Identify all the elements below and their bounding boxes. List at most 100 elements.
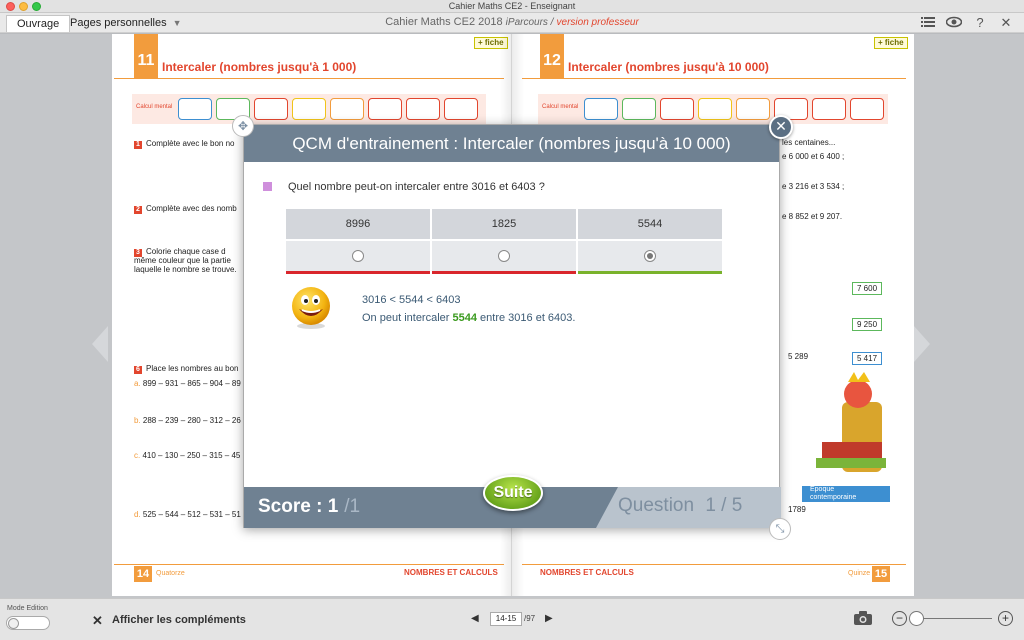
choice-radio-row[interactable]	[286, 241, 430, 271]
choice-1[interactable]: 8996	[286, 209, 430, 274]
toolbar-icons: ? ✕	[920, 15, 1014, 31]
score-value: Score : 1	[258, 496, 339, 517]
calc-box[interactable]	[406, 98, 440, 120]
calc-box[interactable]	[254, 98, 288, 120]
bottom-bar: Mode Edition ✕ Afficher les compléments …	[0, 598, 1024, 640]
close-icon[interactable]: ✕	[998, 15, 1014, 31]
calc-box[interactable]	[736, 98, 770, 120]
doc-title-version: version professeur	[556, 17, 639, 28]
calc-box[interactable]	[850, 98, 884, 120]
choice-2[interactable]: 1825	[432, 209, 576, 274]
checkbox-x-icon[interactable]: ✕	[92, 613, 103, 629]
question-counter: Question 1 / 5	[618, 495, 742, 517]
value-box-9250: 9 250	[852, 318, 883, 331]
footer-rule	[522, 564, 906, 565]
calc-box[interactable]	[330, 98, 364, 120]
exercise-number: 1	[134, 141, 142, 149]
exercise-3-text: Colorie chaque case d	[146, 247, 226, 256]
calcul-mental-label: Calcul mental	[542, 104, 579, 110]
exercise-6d: d. 525 – 544 – 512 – 531 – 51	[134, 510, 241, 519]
lesson-number-badge: 12	[540, 34, 564, 78]
lesson-number: 11	[137, 52, 155, 69]
exercise-6c: c. 410 – 130 – 250 – 315 – 45	[134, 451, 241, 460]
document-title: Cahier Maths CE2 2018 iParcours / versio…	[0, 16, 1024, 28]
exercise-6b-text: 288 – 239 – 280 – 312 – 26	[142, 416, 241, 425]
exercise-1: 1 Complète avec le bon no	[134, 139, 235, 149]
qcm-dialog: QCM d'entrainement : Intercaler (nombres…	[232, 115, 793, 540]
window-title: Cahier Maths CE2 - Enseignant	[448, 1, 576, 11]
help-icon[interactable]: ?	[972, 15, 988, 31]
feedback-explanation: On peut intercaler 5544 entre 3016 et 64…	[362, 312, 575, 324]
question-progress: 1 / 5	[705, 495, 743, 516]
page-number: 15	[872, 566, 890, 582]
calc-box[interactable]	[660, 98, 694, 120]
doc-title-main: Cahier Maths CE2 2018	[385, 16, 503, 28]
resize-icon[interactable]: ⤡	[769, 518, 791, 540]
fiche-button[interactable]: + fiche	[874, 37, 908, 49]
question-bullet-icon	[263, 182, 272, 191]
exercise-6b: b. 288 – 239 – 280 – 312 – 26	[134, 416, 241, 425]
zoom-slider-track[interactable]	[912, 618, 992, 619]
toggle-knob	[8, 618, 19, 629]
choice-value: 1825	[432, 209, 576, 239]
exercise-6a-text: 899 – 931 – 865 – 904 – 89	[142, 379, 241, 388]
right-text-3: e 3 216 et 3 534 ;	[782, 182, 845, 191]
calc-box[interactable]	[292, 98, 326, 120]
choice-3[interactable]: 5544	[578, 209, 722, 274]
zoom-out-button[interactable]: −	[892, 611, 907, 626]
calc-box[interactable]	[812, 98, 846, 120]
value-box-7600: 7 600	[852, 282, 883, 295]
choice-radio-row[interactable]	[432, 241, 576, 271]
calc-box[interactable]	[368, 98, 402, 120]
lesson-title: Intercaler (nombres jusqu'à 1 000)	[162, 60, 357, 74]
calc-box[interactable]	[584, 98, 618, 120]
next-page-arrow-icon[interactable]	[912, 324, 932, 364]
afficher-complements-label[interactable]: Afficher les compléments	[112, 614, 246, 626]
mode-edition-toggle[interactable]	[6, 616, 50, 630]
move-icon[interactable]: ✥	[232, 115, 254, 137]
calc-box[interactable]	[444, 98, 478, 120]
choice-radio-row[interactable]	[578, 241, 722, 271]
feedback-comparison: 3016 < 5544 < 6403	[362, 294, 461, 306]
radio-button-selected[interactable]	[644, 250, 656, 262]
exercise-6: 6 Place les nombres au bon	[134, 364, 239, 374]
previous-page-button[interactable]: ◀	[471, 613, 479, 624]
camera-icon[interactable]	[853, 610, 873, 626]
king-illustration	[816, 372, 886, 472]
page-number-word: Quatorze	[156, 570, 185, 577]
right-text-4: e 8 852 et 9 207.	[782, 212, 843, 221]
eye-icon[interactable]	[945, 15, 963, 31]
exercise-1-text: Complète avec le bon no	[146, 139, 235, 148]
exercise-6d-text: 525 – 544 – 512 – 531 – 51	[142, 510, 241, 519]
previous-page-arrow-icon[interactable]	[90, 324, 110, 364]
exercise-6-text: Place les nombres au bon	[146, 364, 239, 373]
close-dialog-button[interactable]: ✕	[769, 115, 793, 139]
choice-status-bar	[578, 271, 722, 274]
calc-box[interactable]	[178, 98, 212, 120]
calc-box[interactable]	[622, 98, 656, 120]
exercise-6c-text: 410 – 130 – 250 – 315 – 45	[142, 451, 241, 460]
footer-rule	[114, 564, 504, 565]
exercise-2: 2 Complète avec des nomb	[134, 204, 237, 214]
next-page-button[interactable]: ▶	[545, 613, 553, 624]
zoom-in-button[interactable]: +	[998, 611, 1013, 626]
calcul-mental-row: Calcul mental	[538, 94, 888, 124]
lesson-title: Intercaler (nombres jusqu'à 10 000)	[568, 60, 769, 74]
page-input[interactable]: 14-15	[490, 612, 522, 626]
calc-box[interactable]	[698, 98, 732, 120]
page-total: /97	[524, 614, 536, 623]
radio-button[interactable]	[352, 250, 364, 262]
page-number-word: Quinze	[848, 570, 871, 577]
mode-edition-label: Mode Edition	[7, 605, 48, 612]
qcm-title: QCM d'entrainement : Intercaler (nombres…	[244, 125, 779, 162]
radio-button[interactable]	[498, 250, 510, 262]
suite-button[interactable]: Suite	[483, 475, 543, 511]
header-rule	[114, 78, 504, 79]
score-display: Score : 1/1	[258, 496, 360, 518]
zoom-slider-knob[interactable]	[909, 611, 924, 626]
lesson-number-badge: 11	[134, 34, 158, 78]
choice-status-bar	[432, 271, 576, 274]
lesson-number: 12	[543, 52, 561, 69]
list-icon[interactable]	[920, 15, 936, 31]
exercise-number: 6	[134, 366, 142, 374]
